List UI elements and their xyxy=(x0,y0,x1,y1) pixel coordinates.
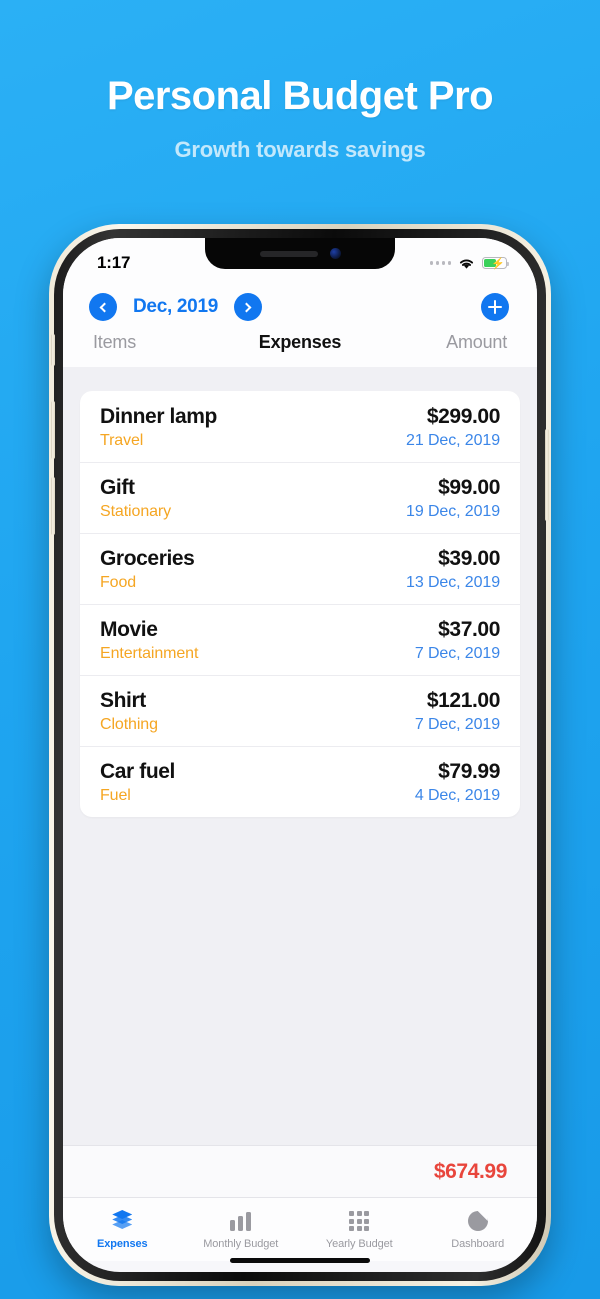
column-header-amount: Amount xyxy=(446,332,507,352)
expense-name: Car fuel xyxy=(100,760,175,783)
layers-icon xyxy=(110,1210,134,1231)
chevron-left-icon xyxy=(99,302,110,312)
expense-name: Groceries xyxy=(100,547,195,570)
column-header-items: Items xyxy=(93,332,137,352)
expense-date: 19 Dec, 2019 xyxy=(406,503,500,520)
column-headers: Items Expenses Amount xyxy=(63,332,537,367)
row-right: $299.00 21 Dec, 2019 xyxy=(406,405,500,450)
expense-date: 7 Dec, 2019 xyxy=(414,716,500,733)
expense-category: Entertainment xyxy=(100,645,199,662)
pie-chart-icon xyxy=(467,1211,488,1231)
row-left: Gift Stationary xyxy=(100,476,171,521)
expense-name: Movie xyxy=(100,618,158,641)
promo-subtitle: Growth towards savings xyxy=(174,137,426,162)
row-left: Movie Entertainment xyxy=(100,618,198,663)
expense-card: Dinner lamp Travel $299.00 21 Dec, 2019 … xyxy=(80,391,520,817)
add-expense-button[interactable] xyxy=(481,293,509,321)
status-bar-indicators: ⚡ xyxy=(429,257,510,270)
expense-category: Stationary xyxy=(100,503,172,520)
battery-charging-icon: ⚡ xyxy=(482,257,510,270)
expense-category: Food xyxy=(100,574,137,591)
home-indicator[interactable] xyxy=(230,1258,370,1263)
tab-monthly-budget[interactable]: Monthly Budget xyxy=(182,1209,301,1250)
wifi-icon xyxy=(459,259,474,269)
phone-mockup: 1:17 ⚡ Dec, 2019 Items Expenses Amount D… xyxy=(49,224,551,1286)
expense-list-area: Dinner lamp Travel $299.00 21 Dec, 2019 … xyxy=(63,367,537,1145)
tab-label: Expenses xyxy=(96,1238,148,1250)
row-right: $99.00 19 Dec, 2019 xyxy=(406,476,500,521)
promo-header: Personal Budget Pro Growth towards savin… xyxy=(0,0,600,163)
phone-bezel: 1:17 ⚡ Dec, 2019 Items Expenses Amount D… xyxy=(51,229,549,1281)
bar-chart-icon xyxy=(230,1211,252,1231)
tab-yearly-budget[interactable]: Yearly Budget xyxy=(300,1209,419,1250)
total-bar: $674.99 xyxy=(63,1145,537,1197)
total-amount: $674.99 xyxy=(433,1159,508,1183)
silent-switch-button[interactable] xyxy=(51,334,55,366)
status-bar-clock: 1:17 xyxy=(97,253,131,272)
expense-name: Gift xyxy=(100,476,135,499)
row-right: $79.99 4 Dec, 2019 xyxy=(414,760,501,805)
expense-amount: $121.00 xyxy=(426,689,501,712)
page-title: Expenses xyxy=(258,332,342,352)
month-navigation-bar: Dec, 2019 xyxy=(63,282,537,332)
row-right: $121.00 7 Dec, 2019 xyxy=(414,689,501,734)
expense-date: 13 Dec, 2019 xyxy=(406,574,500,591)
table-row[interactable]: Shirt Clothing $121.00 7 Dec, 2019 xyxy=(80,675,520,746)
chevron-right-icon xyxy=(241,302,252,312)
tab-label: Dashboard xyxy=(451,1238,505,1250)
expense-amount: $37.00 xyxy=(438,618,500,641)
front-camera-icon xyxy=(329,248,341,259)
table-row[interactable]: Groceries Food $39.00 13 Dec, 2019 xyxy=(80,533,520,604)
row-left: Groceries Food xyxy=(100,547,195,592)
tab-label: Yearly Budget xyxy=(325,1238,393,1250)
volume-up-button[interactable] xyxy=(51,401,55,459)
tab-expenses[interactable]: Expenses xyxy=(63,1209,182,1250)
tab-label: Monthly Budget xyxy=(203,1238,279,1250)
tab-bar: Expenses Monthly Budget Yearly Budget Da… xyxy=(63,1197,537,1261)
row-right: $37.00 7 Dec, 2019 xyxy=(414,618,501,663)
expense-amount: $39.00 xyxy=(438,547,500,570)
volume-down-button[interactable] xyxy=(51,477,55,535)
row-right: $39.00 13 Dec, 2019 xyxy=(406,547,500,592)
expense-name: Dinner lamp xyxy=(100,405,217,428)
tab-dashboard[interactable]: Dashboard xyxy=(419,1209,538,1250)
signal-dots-icon xyxy=(429,261,451,265)
expense-category: Fuel xyxy=(100,787,131,804)
expense-category: Clothing xyxy=(100,716,158,733)
expense-date: 4 Dec, 2019 xyxy=(414,787,500,804)
previous-month-button[interactable] xyxy=(89,293,117,321)
current-month-label: Dec, 2019 xyxy=(133,296,218,317)
grid-icon xyxy=(349,1211,370,1231)
speaker-grill-icon xyxy=(259,250,318,257)
next-month-button[interactable] xyxy=(233,293,262,321)
row-left: Dinner lamp Travel xyxy=(100,405,217,450)
expense-date: 21 Dec, 2019 xyxy=(406,432,500,449)
expense-amount: $99.00 xyxy=(438,476,500,499)
expense-name: Shirt xyxy=(100,689,146,712)
expense-date: 7 Dec, 2019 xyxy=(414,645,500,662)
power-button[interactable] xyxy=(545,429,549,521)
expense-amount: $299.00 xyxy=(426,405,501,428)
table-row[interactable]: Gift Stationary $99.00 19 Dec, 2019 xyxy=(80,462,520,533)
phone-screen: 1:17 ⚡ Dec, 2019 Items Expenses Amount D… xyxy=(63,238,537,1272)
table-row[interactable]: Car fuel Fuel $79.99 4 Dec, 2019 xyxy=(80,746,520,817)
row-left: Shirt Clothing xyxy=(100,689,158,734)
row-left: Car fuel Fuel xyxy=(100,760,175,805)
table-row[interactable]: Dinner lamp Travel $299.00 21 Dec, 2019 xyxy=(80,391,520,462)
table-row[interactable]: Movie Entertainment $37.00 7 Dec, 2019 xyxy=(80,604,520,675)
expense-amount: $79.99 xyxy=(438,760,500,783)
expense-category: Travel xyxy=(100,432,144,449)
notch xyxy=(205,238,395,269)
promo-title: Personal Budget Pro xyxy=(106,74,494,118)
